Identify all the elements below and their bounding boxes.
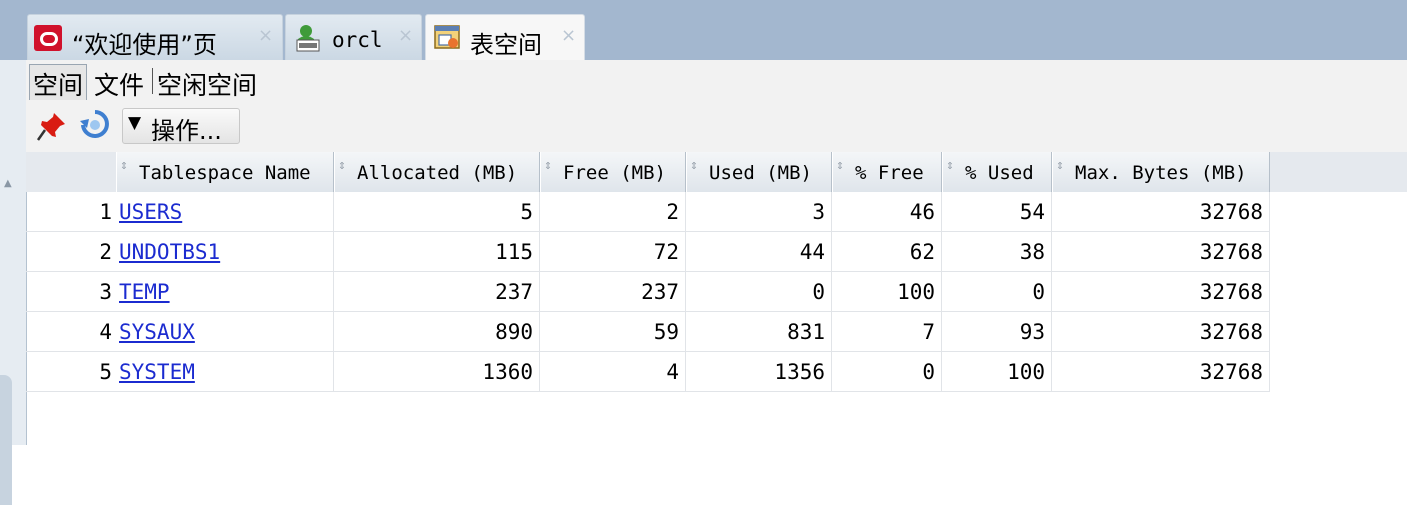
row-number: 1: [99, 200, 112, 224]
column-header-pct-used[interactable]: ⇕ % Used: [942, 152, 1052, 192]
allocated-value: 115: [495, 240, 533, 264]
pct-used-value: 0: [1032, 280, 1045, 304]
used-value: 831: [787, 320, 825, 344]
allocated-value: 5: [520, 200, 533, 224]
free-value: 59: [653, 320, 679, 344]
subtab-space[interactable]: 空间: [29, 64, 88, 104]
column-header-max-bytes[interactable]: ⇕ Max. Bytes (MB): [1052, 152, 1270, 192]
sql-connection-icon: [296, 25, 320, 52]
row-number: 2: [99, 240, 112, 264]
free-value: 2: [666, 200, 679, 224]
used-value: 3: [812, 200, 825, 224]
column-header-pct-free[interactable]: ⇕ % Free: [832, 152, 942, 192]
tab-welcome-label: “欢迎使用”页: [72, 31, 217, 59]
dropdown-arrow-icon: ▼: [128, 113, 142, 133]
tab-orcl[interactable]: orcl ×: [285, 14, 422, 60]
column-header-used[interactable]: ⇕ Used (MB): [686, 152, 832, 192]
pct-free-value: 46: [909, 200, 935, 224]
free-value: 237: [641, 280, 679, 304]
max-bytes-value: 32768: [1199, 200, 1263, 224]
pct-used-value: 54: [1019, 200, 1045, 224]
refresh-icon[interactable]: [78, 108, 112, 142]
max-bytes-value: 32768: [1199, 360, 1263, 384]
max-bytes-value: 32768: [1199, 320, 1263, 344]
used-value: 44: [799, 240, 825, 264]
subtab-divider: [152, 68, 153, 94]
table-row[interactable]: 5 SYSTEM 1360 4 1356 0 100 32768: [26, 352, 1407, 392]
pct-used-value: 100: [1007, 360, 1045, 384]
row-number: 4: [99, 320, 112, 344]
tab-orcl-label: orcl: [332, 28, 383, 52]
close-tab-tablespaces-icon[interactable]: ×: [561, 25, 576, 46]
report-window-icon: [434, 25, 460, 49]
tablespace-name-link[interactable]: UNDOTBS1: [119, 240, 220, 264]
max-bytes-value: 32768: [1199, 240, 1263, 264]
pct-used-value: 38: [1019, 240, 1045, 264]
tablespace-name-link[interactable]: TEMP: [119, 280, 170, 304]
table-row[interactable]: 3 TEMP 237 237 0 100 0 32768: [26, 272, 1407, 312]
used-value: 1356: [774, 360, 825, 384]
tablespace-name-link[interactable]: SYSTEM: [119, 360, 195, 384]
grid-header-row: ⇕ Tablespace Name ⇕ Allocated (MB) ⇕ Fre…: [26, 152, 1407, 192]
table-row[interactable]: 4 SYSAUX 890 59 831 7 93 32768: [26, 312, 1407, 352]
sort-icon: ⇕: [946, 158, 954, 173]
allocated-value: 1360: [482, 360, 533, 384]
subtab-free-space[interactable]: 空闲空间: [157, 66, 257, 102]
close-tab-welcome-icon[interactable]: ×: [258, 25, 273, 46]
operations-dropdown-button[interactable]: ▼ 操作...: [122, 108, 240, 145]
report-subtabs: 空间 文件 空闲空间: [26, 60, 1407, 104]
tablespace-name-link[interactable]: USERS: [119, 200, 182, 224]
column-header-tablespace-name[interactable]: ⇕ Tablespace Name: [116, 152, 334, 192]
row-number: 5: [99, 360, 112, 384]
sort-icon: ⇕: [836, 158, 844, 173]
allocated-value: 237: [495, 280, 533, 304]
table-row[interactable]: 2 UNDOTBS1 115 72 44 62 38 32768: [26, 232, 1407, 272]
free-value: 4: [666, 360, 679, 384]
tab-tablespaces[interactable]: 表空间 ×: [425, 14, 585, 60]
operations-label: 操作...: [151, 117, 222, 145]
max-bytes-value: 32768: [1199, 280, 1263, 304]
sort-icon: ⇕: [544, 158, 552, 173]
close-tab-orcl-icon[interactable]: ×: [398, 25, 413, 46]
allocated-value: 890: [495, 320, 533, 344]
free-value: 72: [653, 240, 679, 264]
sort-icon: ⇕: [690, 158, 698, 173]
pct-free-value: 62: [909, 240, 935, 264]
used-value: 0: [812, 280, 825, 304]
scroll-up-icon[interactable]: ▲: [4, 178, 12, 189]
sort-icon: ⇕: [1056, 158, 1064, 173]
tab-tablespaces-label: 表空间: [470, 31, 542, 59]
pin-icon[interactable]: [36, 110, 68, 142]
column-header-free[interactable]: ⇕ Free (MB): [540, 152, 686, 192]
subtab-files[interactable]: 文件: [94, 66, 144, 102]
left-panel-edge: ▲: [0, 60, 27, 505]
report-toolbar: ▼ 操作...: [26, 100, 1407, 152]
sort-icon: ⇕: [120, 158, 128, 173]
pct-free-value: 0: [922, 360, 935, 384]
tablespace-name-link[interactable]: SYSAUX: [119, 320, 195, 344]
oracle-logo-icon: [34, 25, 62, 51]
pct-used-value: 93: [1019, 320, 1045, 344]
pct-free-value: 7: [922, 320, 935, 344]
row-number: 3: [99, 280, 112, 304]
pct-free-value: 100: [897, 280, 935, 304]
panel-resize-handle[interactable]: [0, 375, 12, 505]
tab-welcome-page[interactable]: “欢迎使用”页 ×: [27, 14, 283, 60]
column-header-allocated[interactable]: ⇕ Allocated (MB): [334, 152, 540, 192]
sort-icon: ⇕: [338, 158, 346, 173]
editor-tab-bar: “欢迎使用”页 × orcl × 表空间 ×: [0, 0, 1407, 60]
table-row[interactable]: 1 USERS 5 2 3 46 54 32768: [26, 192, 1407, 232]
